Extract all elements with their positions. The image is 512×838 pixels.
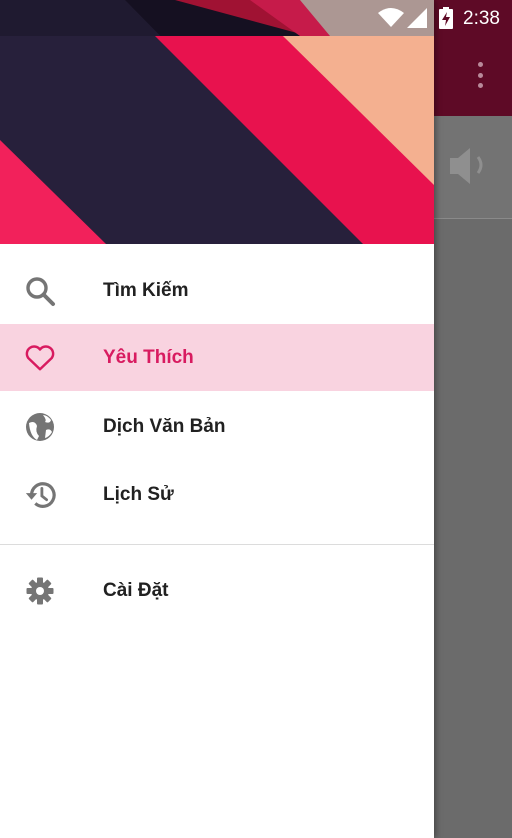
menu-item-label: Yêu Thích xyxy=(103,346,194,368)
navigation-drawer: Tìm Kiếm Yêu Thích Dịch Văn Bản Lịch Sử xyxy=(0,0,434,838)
status-bar: 2:38 xyxy=(0,0,512,36)
gear-icon xyxy=(24,575,56,607)
history-icon xyxy=(24,479,56,511)
search-icon xyxy=(24,275,56,307)
menu-item-search[interactable]: Tìm Kiếm xyxy=(0,257,434,324)
menu-item-settings[interactable]: Cài Đặt xyxy=(0,557,434,624)
wifi-icon xyxy=(378,8,404,27)
heart-icon xyxy=(24,342,56,374)
status-time: 2:38 xyxy=(463,8,500,29)
battery-charging-icon xyxy=(439,7,453,29)
speaker-icon[interactable] xyxy=(446,143,492,189)
menu-item-label: Lịch Sử xyxy=(103,483,174,505)
more-vert-icon[interactable] xyxy=(470,60,490,90)
menu-item-translate-text[interactable]: Dịch Văn Bản xyxy=(0,393,434,460)
menu-item-label: Dịch Văn Bản xyxy=(103,415,226,437)
globe-icon xyxy=(24,411,56,443)
menu-divider xyxy=(0,544,434,545)
drawer-header-artwork xyxy=(0,0,434,244)
signal-icon xyxy=(407,8,427,28)
menu-item-history[interactable]: Lịch Sử xyxy=(0,461,434,528)
menu-item-favorites[interactable]: Yêu Thích xyxy=(0,324,434,391)
menu-item-label: Cài Đặt xyxy=(103,579,169,601)
menu-item-label: Tìm Kiếm xyxy=(103,279,189,301)
